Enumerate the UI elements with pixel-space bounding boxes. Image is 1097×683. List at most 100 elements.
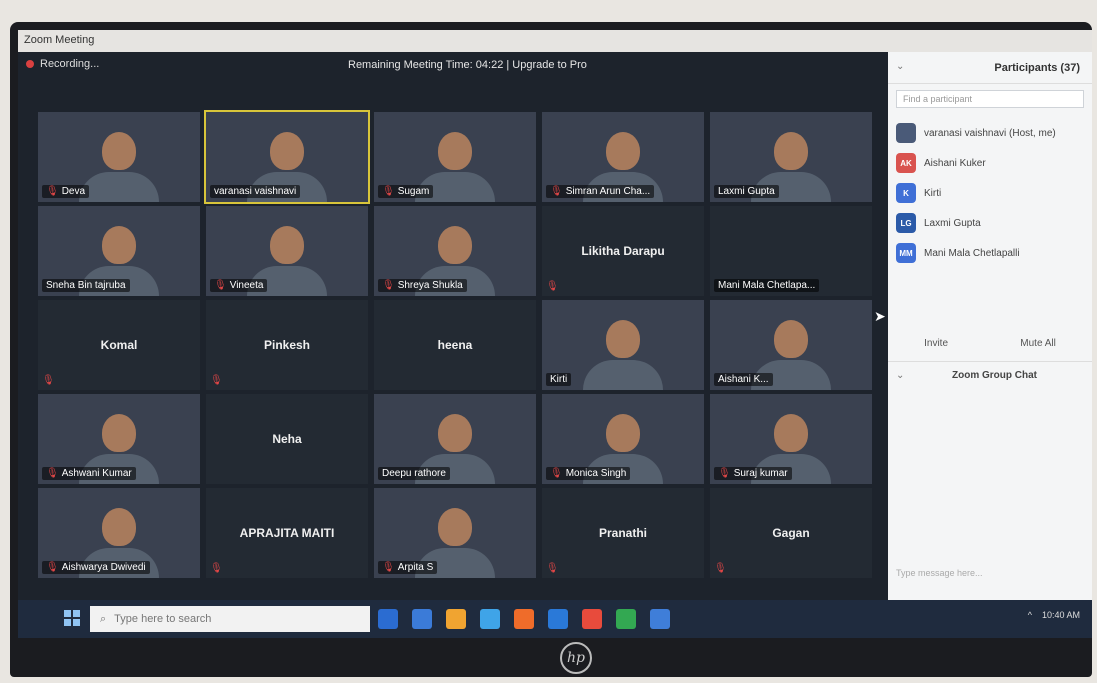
participant-video-face [438, 508, 472, 546]
participant-tile[interactable]: 🎙 Arpita S [374, 488, 536, 578]
participant-video-face [606, 132, 640, 170]
participant-tile[interactable]: 🎙 Shreya Shukla [374, 206, 536, 296]
participant-tile[interactable]: Laxmi Gupta [710, 112, 872, 202]
participant-tile[interactable]: Kirti [542, 300, 704, 390]
participant-tile[interactable]: 🎙 Deva [38, 112, 200, 202]
participant-tile[interactable]: 🎙 Suraj kumar [710, 394, 872, 484]
participant-tile[interactable]: 🎙 Monica Singh [542, 394, 704, 484]
participant-name-label: varanasi vaishnavi [210, 185, 301, 198]
participant-center-name: Pinkesh [263, 338, 311, 352]
windows-start-icon[interactable] [64, 610, 80, 626]
participant-name: Aishwarya Dwivedi [61, 562, 146, 573]
participant-row[interactable]: AK Aishani Kuker [888, 148, 1092, 178]
participant-video-face [270, 226, 304, 264]
taskbar-app-icon[interactable] [480, 609, 500, 629]
participant-row-name: Kirti [924, 187, 942, 199]
recording-label: Recording... [40, 58, 100, 70]
participant-name: Monica Singh [565, 468, 627, 479]
mic-muted-icon: 🎙 [382, 280, 395, 291]
participant-tile[interactable]: Sneha Bin tajruba [38, 206, 200, 296]
mic-muted-icon: 🎙 [714, 563, 727, 574]
participant-tile[interactable]: 🎙 Sugam [374, 112, 536, 202]
mic-muted-icon: 🎙 [214, 280, 227, 291]
participant-name: Aishani K... [718, 374, 769, 385]
participant-row[interactable]: LG Laxmi Gupta [888, 208, 1092, 238]
video-grid: 🎙 Deva varanasi vaishnavi 🎙 Sugam 🎙 Simran Aru… [38, 110, 878, 582]
participant-tile[interactable]: heena [374, 300, 536, 390]
chat-title: Zoom Group Chat [952, 370, 1037, 381]
participant-video-body [583, 360, 663, 390]
participant-name-label: 🎙 Suraj kumar [714, 467, 792, 480]
avatar: LG [896, 213, 916, 233]
participant-video-face [438, 414, 472, 452]
taskbar-app-icon[interactable] [446, 609, 466, 629]
participant-tile[interactable]: Mani Mala Chetlapa... [710, 206, 872, 296]
find-participant-input[interactable]: Find a participant [896, 90, 1084, 108]
participant-row[interactable]: MM Mani Mala Chetlapalli [888, 238, 1092, 268]
participant-tile[interactable]: Pranathi 🎙 [542, 488, 704, 578]
chevron-down-icon[interactable]: ⌄ [896, 61, 904, 72]
chevron-down-icon[interactable]: ⌄ [896, 370, 904, 381]
participant-name-label: 🎙 Arpita S [378, 561, 438, 574]
participant-name: Arpita S [397, 562, 434, 573]
participant-name: Laxmi Gupta [718, 186, 775, 197]
participant-row[interactable]: varanasi vaishnavi (Host, me) [888, 118, 1092, 148]
participants-panel: ⌄ Participants (37) Find a participant v… [888, 52, 1092, 600]
taskbar-app-icon[interactable] [650, 609, 670, 629]
mute-all-button[interactable]: Mute All [1020, 338, 1056, 361]
taskbar-app-icon[interactable] [378, 609, 398, 629]
participant-name: Simran Arun Cha... [565, 186, 651, 197]
avatar: K [896, 183, 916, 203]
participant-list: varanasi vaishnavi (Host, me) AK Aishani K… [888, 118, 1092, 268]
participant-tile[interactable]: Neha [206, 394, 368, 484]
participant-tile[interactable]: Pinkesh 🎙 [206, 300, 368, 390]
participant-video-face [102, 132, 136, 170]
recording-indicator: Recording... [26, 58, 99, 70]
invite-button[interactable]: Invite [924, 338, 948, 361]
participant-tile[interactable]: 🎙 Vineeta [206, 206, 368, 296]
participant-tile[interactable]: Likitha Darapu 🎙 [542, 206, 704, 296]
participant-row[interactable]: K Kirti [888, 178, 1092, 208]
meeting-area: Recording... Remaining Meeting Time: 04:… [18, 52, 888, 600]
participant-tile[interactable]: varanasi vaishnavi [204, 110, 370, 204]
participant-tile[interactable]: 🎙 Ashwani Kumar [38, 394, 200, 484]
participant-tile[interactable]: Aishani K... [710, 300, 872, 390]
participant-tile[interactable]: Gagan 🎙 [710, 488, 872, 578]
participant-name-label: Mani Mala Chetlapa... [714, 279, 820, 292]
participant-tile[interactable]: APRAJITA MAITI 🎙 [206, 488, 368, 578]
participant-center-name: heena [437, 338, 473, 352]
participant-tile[interactable]: 🎙 Aishwarya Dwivedi [38, 488, 200, 578]
taskbar-app-icon[interactable] [582, 609, 602, 629]
avatar [896, 123, 916, 143]
remaining-time-banner[interactable]: Remaining Meeting Time: 04:22 | Upgrade … [348, 59, 587, 71]
participant-name-label: 🎙 Simran Arun Cha... [546, 185, 655, 198]
taskbar-app-icon[interactable] [548, 609, 568, 629]
participant-tile[interactable]: Komal 🎙 [38, 300, 200, 390]
participant-name: Shreya Shukla [397, 280, 463, 291]
mic-muted-icon: 🎙 [546, 281, 559, 292]
participant-tile[interactable]: Deepu rathore [374, 394, 536, 484]
taskbar: ⌕ Type here to search ^ 10:40 AM [18, 600, 1092, 638]
participant-center-name: Gagan [772, 526, 810, 540]
participant-actions: Invite Mute All [888, 338, 1092, 362]
participant-tile[interactable]: 🎙 Simran Arun Cha... [542, 112, 704, 202]
participant-name: Sugam [397, 186, 430, 197]
window-titlebar: Zoom Meeting [18, 30, 1092, 52]
participant-name-label: 🎙 Aishwarya Dwivedi [42, 561, 150, 574]
taskbar-app-icon[interactable] [616, 609, 636, 629]
participant-video-face [438, 132, 472, 170]
taskbar-app-icon[interactable] [412, 609, 432, 629]
taskbar-search-input[interactable]: ⌕ Type here to search [90, 606, 370, 632]
chat-input[interactable]: Type message here... [896, 568, 1084, 578]
participant-center-name: Neha [272, 432, 302, 446]
mic-muted-icon: 🎙 [46, 468, 59, 479]
clock[interactable]: 10:40 AM [1042, 610, 1080, 620]
participant-name: Suraj kumar [733, 468, 788, 479]
participant-center-name: Komal [100, 338, 138, 352]
taskbar-app-icon[interactable] [514, 609, 534, 629]
meeting-topbar: Recording... Remaining Meeting Time: 04:… [18, 52, 888, 78]
participant-video-face [774, 132, 808, 170]
chevron-up-icon[interactable]: ^ [1028, 610, 1032, 620]
record-icon [26, 60, 34, 68]
participant-name: varanasi vaishnavi [214, 186, 297, 197]
